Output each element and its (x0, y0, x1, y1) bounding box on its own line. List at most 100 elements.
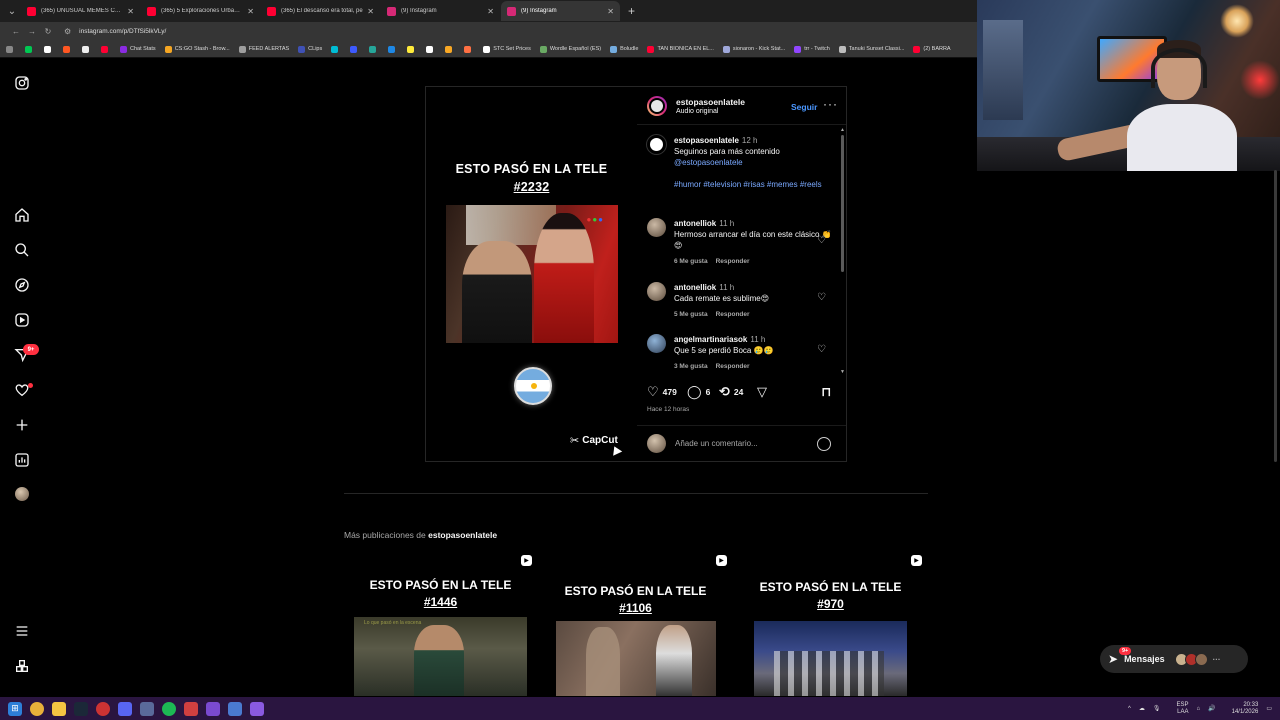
instagram-logo-icon[interactable] (13, 74, 31, 92)
notifications-center-icon[interactable]: ▭ (1266, 705, 1272, 712)
like-comment-heart-icon[interactable]: ♡ (817, 344, 826, 355)
audio-label[interactable]: Audio original (676, 108, 745, 115)
close-tab-icon[interactable]: ✕ (607, 7, 614, 16)
more-options-icon[interactable]: ··· (823, 97, 838, 111)
bookmark-item[interactable] (369, 45, 379, 53)
browser-tab[interactable]: (365) UNUSUAL MEMES COMP ✕ (21, 1, 140, 21)
bookmark-item[interactable] (350, 45, 360, 53)
bookmark-item[interactable] (101, 45, 111, 53)
steam-icon[interactable] (74, 701, 88, 716)
author-username[interactable]: estopasoenlatele (676, 97, 745, 107)
grid-post[interactable]: ▶ ESTO PASÓ EN LA TELE #970 (734, 549, 927, 696)
bookmark-item[interactable] (44, 45, 54, 53)
comment-username[interactable]: angelmartinariasok (674, 335, 747, 344)
bookmark-item[interactable]: (2) BARRA (913, 45, 951, 53)
bookmark-item[interactable] (388, 45, 398, 53)
new-tab-icon[interactable]: + (628, 4, 635, 18)
bookmark-item[interactable] (426, 45, 436, 53)
tray-cloud-icon[interactable]: ☁ (1139, 705, 1145, 712)
emoji-icon[interactable] (817, 437, 831, 451)
tab-search-icon[interactable]: ⌄ (4, 3, 20, 19)
bookmark-item[interactable]: Chat Stats (120, 45, 156, 53)
caption-mention[interactable]: @estopasoenlatele (674, 157, 832, 168)
app-icon[interactable] (140, 701, 154, 716)
comments-scrollbar[interactable]: ▲ ▼ (840, 127, 845, 375)
like-button[interactable]: ♡ 479 (647, 384, 677, 400)
reply-button[interactable]: Responder (716, 258, 750, 265)
browser-tab[interactable]: (365) El descanso era total, pe ✕ (261, 1, 380, 21)
grid-post[interactable]: ▶ ESTO PASÓ EN LA TELE #1106 (539, 549, 732, 696)
close-tab-icon[interactable]: ✕ (247, 7, 254, 16)
like-comment-heart-icon[interactable]: ♡ (817, 292, 826, 303)
comment-likes[interactable]: 5 Me gusta (674, 311, 708, 318)
also-from-meta-icon[interactable] (13, 657, 31, 675)
messages-pill[interactable]: ➤ 9+ Mensajes ··· (1100, 645, 1248, 673)
reply-button[interactable]: Responder (716, 311, 750, 318)
caption-avatar[interactable] (647, 135, 666, 154)
reels-icon[interactable] (13, 311, 31, 329)
site-info-icon[interactable]: ⚙ (64, 27, 71, 36)
reload-icon[interactable]: ↻ (40, 27, 56, 36)
discord-icon[interactable] (118, 701, 132, 716)
like-comment-heart-icon[interactable]: ♡ (817, 235, 826, 246)
browser-tab-active[interactable]: (9) Instagram ✕ (501, 1, 620, 21)
comment-likes[interactable]: 3 Me gusta (674, 363, 708, 370)
create-icon[interactable] (13, 416, 31, 434)
profile-avatar[interactable] (13, 485, 31, 503)
bookmark-item[interactable] (464, 45, 474, 53)
browser-tab[interactable]: (9) Instagram ✕ (381, 1, 500, 21)
repost-button[interactable]: ⟲ 24 (719, 384, 743, 400)
save-button[interactable]: ⊓ (821, 384, 835, 400)
tray-mic-icon[interactable]: 🎙 (1153, 705, 1161, 712)
scrollbar-thumb[interactable] (841, 135, 844, 272)
author-avatar[interactable] (647, 96, 667, 116)
bookmark-item[interactable]: Boludle (610, 45, 638, 53)
comment-username[interactable]: antonelliok (674, 219, 716, 228)
close-tab-icon[interactable]: ✕ (127, 7, 134, 16)
app-icon[interactable] (228, 701, 242, 716)
post-media[interactable]: ESTO PASÓ EN LA TELE #2232 ●●● ✂ CapCut (426, 87, 637, 461)
caption-hashtags[interactable]: #humor #television #risas #memes #reels (674, 179, 832, 190)
apps-icon[interactable] (6, 45, 16, 53)
share-button[interactable]: ▽ (757, 384, 771, 400)
bookmark-item[interactable]: TAN BIONICA EN EL... (647, 45, 714, 53)
forward-icon[interactable]: → (24, 27, 40, 36)
chrome-icon[interactable] (30, 701, 44, 716)
scroll-down-icon[interactable]: ▼ (840, 369, 845, 375)
caption-username[interactable]: estopasoenlatele (674, 136, 739, 145)
clock[interactable]: 20:33 14/1/2026 (1224, 702, 1259, 716)
comment-likes[interactable]: 6 Me gusta (674, 258, 708, 265)
app-icon[interactable] (250, 701, 264, 716)
follow-button[interactable]: Seguir (791, 102, 817, 112)
search-icon[interactable] (13, 241, 31, 259)
spotify-icon[interactable] (162, 701, 176, 716)
bookmark-item[interactable]: CS:GO Stash - Brow... (164, 45, 230, 53)
bookmark-item[interactable]: Tanuki Sunset Classi... (838, 45, 904, 53)
app-icon[interactable] (184, 701, 198, 716)
back-icon[interactable]: ← (8, 27, 24, 36)
obs-icon[interactable] (96, 701, 110, 716)
volume-icon[interactable]: 🔊 (1208, 705, 1215, 712)
bookmark-item[interactable]: trr - Twitch (794, 45, 830, 53)
reply-button[interactable]: Responder (716, 363, 750, 370)
bookmark-item[interactable] (63, 45, 73, 53)
bookmark-item[interactable] (407, 45, 417, 53)
bookmark-item[interactable]: sionaron - Kick Stat... (722, 45, 785, 53)
add-comment-input[interactable]: Añade un comentario... (675, 439, 758, 448)
start-icon[interactable]: ⊞ (8, 701, 22, 716)
bookmark-item[interactable] (25, 45, 35, 53)
bookmark-item[interactable]: Wordle Español (ES) (539, 45, 601, 53)
home-icon[interactable] (13, 206, 31, 224)
grid-post[interactable]: ▶ ESTO PASÓ EN LA TELE #1446 Lo que pasó… (344, 549, 537, 696)
page-scrollbar-thumb[interactable] (1274, 170, 1277, 462)
bookmark-item[interactable]: CLips (298, 45, 322, 53)
close-tab-icon[interactable]: ✕ (367, 7, 374, 16)
file-explorer-icon[interactable] (52, 701, 66, 716)
bookmark-item[interactable]: STC Set Prices (483, 45, 531, 53)
bookmark-item[interactable]: FEED ALERTAS (238, 45, 289, 53)
comment-avatar[interactable] (647, 282, 666, 301)
more-icon[interactable]: ··· (1213, 655, 1221, 664)
network-icon[interactable]: ⌂ (1197, 706, 1201, 712)
browser-tab[interactable]: (365) 5 Exploraciones Urbanas ✕ (141, 1, 260, 21)
dashboard-icon[interactable] (13, 451, 31, 469)
